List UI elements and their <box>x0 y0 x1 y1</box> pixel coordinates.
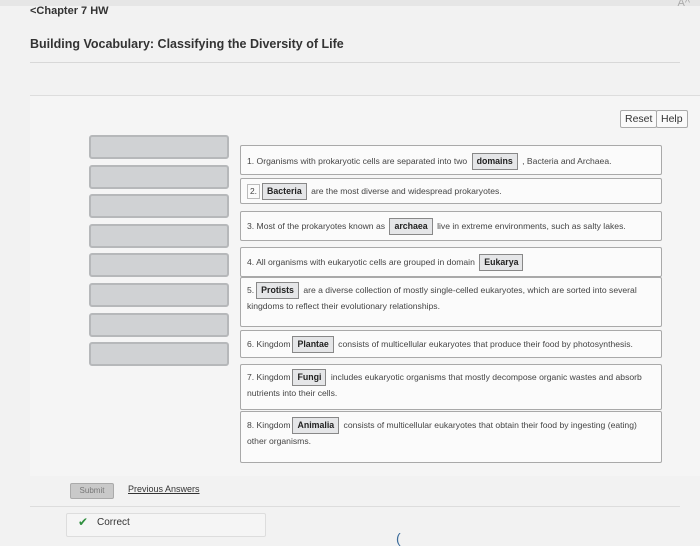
sentence-card-5: 5. Protists are a diverse collection of m… <box>240 277 662 327</box>
word-bank <box>89 135 229 372</box>
sentence-text: , Bacteria and Archaea. <box>522 155 612 166</box>
sentence-text: 6. Kingdom <box>247 338 291 349</box>
sentence-text: 3. Most of the prokaryotes known as <box>247 220 386 231</box>
word-bank-slot[interactable] <box>89 282 229 307</box>
sentence-text: live in extreme environments, such as sa… <box>437 220 626 231</box>
sentence-card-6: 6. Kingdom Plantae consists of multicellu… <box>240 330 662 358</box>
sentence-text: consists of multicellular eukaryotes tha… <box>338 338 633 349</box>
submit-button[interactable]: Submit <box>70 483 114 499</box>
word-bank-slot[interactable] <box>89 342 229 367</box>
word-bank-slot[interactable] <box>89 135 229 159</box>
answer-label[interactable]: domains <box>471 153 518 170</box>
title-divider <box>30 62 680 63</box>
word-bank-slot[interactable] <box>89 253 229 278</box>
help-button[interactable]: Help <box>656 110 688 128</box>
sentence-text: are the most diverse and widespread prok… <box>311 185 502 196</box>
sentence-text: 4. All organisms with eukaryotic cells a… <box>247 256 475 267</box>
word-bank-slot[interactable] <box>89 164 229 189</box>
answer-label[interactable]: Fungi <box>292 369 327 386</box>
sentence-text: 2. <box>247 184 260 199</box>
answer-label[interactable]: Animalia <box>292 417 340 434</box>
word-bank-slot[interactable] <box>89 194 229 219</box>
result-box <box>66 513 266 537</box>
result-text: Correct <box>97 517 130 528</box>
word-bank-slot[interactable] <box>89 223 229 248</box>
sentence-text: 8. Kingdom <box>247 419 291 430</box>
word-bank-slot[interactable] <box>89 312 229 337</box>
answer-label[interactable]: Bacteria <box>262 183 307 200</box>
sentence-text: 5. <box>247 284 255 295</box>
sentence-card-8: 8. Kingdom Animalia consists of multicell… <box>240 411 662 463</box>
sentence-text: 7. Kingdom <box>247 371 291 382</box>
sentence-card-1: 1. Organisms with prokaryotic cells are … <box>240 145 662 175</box>
footer-divider <box>30 506 680 507</box>
sentence-card-3: 3. Most of the prokaryotes known as arch… <box>240 211 662 241</box>
page-title: Building Vocabulary: Classifying the Div… <box>30 37 344 51</box>
check-icon: ✔ <box>78 515 89 529</box>
answer-label[interactable]: Eukarya <box>479 254 524 271</box>
answer-label[interactable]: Plantae <box>292 336 334 353</box>
sentence-card-7: 7. Kingdom Fungi includes eukaryotic orga… <box>240 364 662 410</box>
reset-button[interactable]: Reset <box>620 110 658 128</box>
breadcrumb-back-link[interactable]: <Chapter 7 HW <box>30 5 109 17</box>
sentence-text: 1. Organisms with prokaryotic cells are … <box>247 155 468 166</box>
spinner-icon: ( <box>396 530 401 546</box>
previous-answers-link[interactable]: Previous Answers <box>128 484 200 494</box>
answer-label[interactable]: Protists <box>256 282 299 299</box>
sentence-card-4: 4. All organisms with eukaryotic cells a… <box>240 247 662 277</box>
sentence-card-2: 2. Bacteria are the most diverse and wide… <box>240 178 662 204</box>
text-size-icon[interactable]: A^ <box>678 0 691 9</box>
answer-label[interactable]: archaea <box>389 218 433 235</box>
sentence-text: are a diverse collection of mostly singl… <box>247 284 637 311</box>
